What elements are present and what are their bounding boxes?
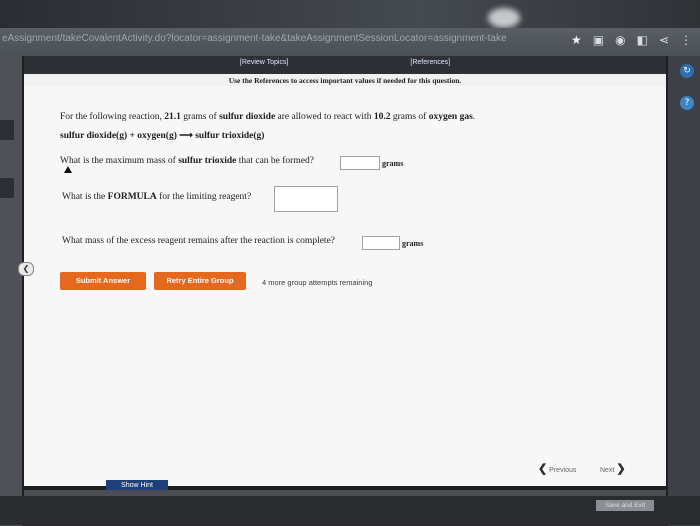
screen-glare (488, 8, 520, 28)
limiting-reagent-input[interactable] (274, 186, 338, 212)
refresh-icon[interactable]: ↻ (680, 64, 694, 78)
extension-2-icon[interactable]: ◉ (615, 33, 625, 47)
attempts-remaining: 4 more group attempts remaining (262, 278, 373, 287)
top-bezel (0, 0, 700, 28)
review-topics-link[interactable]: [Review Topics] (240, 59, 289, 66)
reactant-2: oxygen gas (428, 112, 473, 122)
extension-3-icon[interactable]: ◧ (637, 33, 648, 47)
share-icon[interactable]: ⋖ (659, 33, 669, 47)
intro-text: grams of (392, 112, 427, 122)
amount-2: 10.2 (373, 112, 391, 122)
question-3: What mass of the excess reagent remains … (62, 236, 336, 246)
reactant-1: sulfur dioxide (219, 112, 276, 122)
next-link[interactable]: Next ❯ (600, 462, 626, 475)
amount-1: 21.1 (164, 112, 181, 122)
q1-product: sulfur trioxide (178, 156, 237, 166)
address-text: eAssignment/takeCovalentActivity.do?loca… (2, 33, 507, 44)
question-intro: For the following reaction, 21.1 grams o… (60, 112, 475, 122)
header-links: [Review Topics] [References] (24, 59, 666, 66)
q3-unit: grams (402, 239, 424, 248)
help-icon[interactable]: ? (680, 96, 694, 110)
q2-text: What is the (62, 192, 106, 202)
max-mass-input[interactable] (340, 156, 380, 170)
sidebar-tab[interactable] (0, 178, 14, 198)
bookmark-star-icon[interactable]: ★ (571, 33, 582, 47)
q2-text: for the limiting reagent? (159, 192, 252, 202)
q1-unit: grams (382, 159, 404, 168)
excess-mass-input[interactable] (362, 236, 400, 250)
question-1: What is the maximum mass of sulfur triox… (60, 156, 314, 166)
sidebar-tab[interactable] (0, 120, 14, 140)
footer (0, 496, 700, 525)
mouse-cursor-icon (64, 166, 72, 173)
chevron-right-icon: ❯ (616, 463, 626, 475)
q1-text: that can be formed? (238, 156, 314, 166)
question-panel: For the following reaction, 21.1 grams o… (24, 86, 666, 486)
reaction-equation: sulfur dioxide(g) + oxygen(g) ⟶ sulfur t… (60, 131, 265, 141)
left-sidebar (0, 56, 22, 526)
right-sidebar (668, 56, 700, 526)
intro-text: For the following reaction, (60, 112, 162, 122)
retry-group-button[interactable]: Retry Entire Group (154, 272, 246, 290)
submit-answer-button[interactable]: Submit Answer (60, 272, 146, 290)
intro-text: are allowed to react with (277, 112, 372, 122)
q2-formula: FORMULA (107, 192, 157, 202)
previous-link[interactable]: ❮ Previous (538, 462, 576, 475)
browser-toolbar-icons: ★ ▣ ◉ ◧ ⋖ ⋮ (571, 33, 692, 47)
references-link[interactable]: [References] (410, 59, 450, 66)
previous-label: Previous (549, 467, 577, 474)
extension-icon[interactable]: ▣ (593, 33, 604, 47)
next-label: Next (600, 467, 615, 474)
intro-text: grams of (183, 112, 217, 122)
menu-icon[interactable]: ⋮ (680, 33, 692, 47)
collapse-left-icon[interactable]: ❮ (18, 262, 34, 276)
chevron-left-icon: ❮ (538, 463, 548, 475)
q1-text: What is the maximum mass of (60, 156, 176, 166)
intro-text: . (472, 112, 476, 122)
question-2: What is the FORMULA for the limiting rea… (62, 192, 251, 202)
save-and-exit-button[interactable]: Save and Exit (596, 500, 654, 511)
